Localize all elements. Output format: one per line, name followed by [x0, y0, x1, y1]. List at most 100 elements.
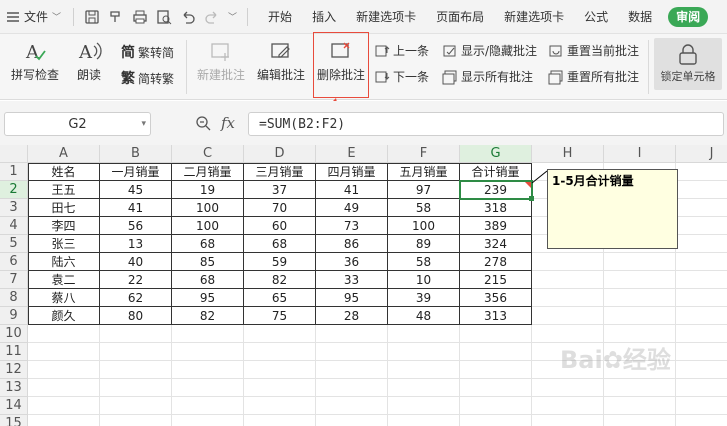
cell-c3[interactable]: 100	[172, 199, 244, 217]
print-preview-icon[interactable]	[156, 9, 172, 25]
formula-input[interactable]: =SUM(B2:F2)	[248, 112, 724, 136]
name-box[interactable]: G2 ▾	[4, 112, 151, 136]
cell-g14[interactable]	[460, 397, 532, 415]
lock-cell-button[interactable]: 锁定单元格	[654, 38, 722, 90]
tab-insert[interactable]: 插入	[302, 0, 346, 34]
cell-a5[interactable]: 张三	[28, 235, 100, 253]
cell-d2[interactable]: 37	[244, 181, 316, 199]
cell-d6[interactable]: 59	[244, 253, 316, 271]
row-header-4[interactable]: 4	[0, 217, 28, 235]
cell-j14[interactable]	[676, 397, 727, 415]
reset-all-comments-button[interactable]: 重置所有批注	[548, 68, 639, 85]
cell-g11[interactable]	[460, 343, 532, 361]
row-header-3[interactable]: 3	[0, 199, 28, 217]
cell-g9[interactable]: 313	[460, 307, 532, 325]
next-comment-button[interactable]: 下一条	[374, 68, 429, 85]
cell-e4[interactable]: 73	[316, 217, 388, 235]
cell-j1[interactable]	[676, 163, 727, 181]
cell-i14[interactable]	[604, 397, 676, 415]
cell-g12[interactable]	[460, 361, 532, 379]
cell-f11[interactable]	[388, 343, 460, 361]
cell-e10[interactable]	[316, 325, 388, 343]
trad-to-simp-button[interactable]: 简 繁转简	[121, 42, 174, 62]
column-header-i[interactable]: I	[604, 145, 676, 163]
cell-c12[interactable]	[172, 361, 244, 379]
column-header-b[interactable]: B	[100, 145, 172, 163]
cell-f3[interactable]: 58	[388, 199, 460, 217]
edit-comment-button[interactable]: 编辑批注	[254, 38, 308, 83]
prev-comment-button[interactable]: 上一条	[374, 42, 429, 59]
cell-c10[interactable]	[172, 325, 244, 343]
cell-b5[interactable]: 13	[100, 235, 172, 253]
cell-d5[interactable]: 68	[244, 235, 316, 253]
cell-a3[interactable]: 田七	[28, 199, 100, 217]
cell-c9[interactable]: 82	[172, 307, 244, 325]
cell-j3[interactable]	[676, 199, 727, 217]
cell-j2[interactable]	[676, 181, 727, 199]
cell-e13[interactable]	[316, 379, 388, 397]
column-header-a[interactable]: A	[28, 145, 100, 163]
cell-c13[interactable]	[172, 379, 244, 397]
cell-c1[interactable]: 二月销量	[172, 163, 244, 181]
chevron-down-icon[interactable]: ▾	[141, 119, 146, 129]
cell-d12[interactable]	[244, 361, 316, 379]
tab-formulas[interactable]: 公式	[574, 0, 618, 34]
tab-new-2[interactable]: 新建选项卡	[494, 0, 574, 34]
cell-e8[interactable]: 95	[316, 289, 388, 307]
cell-e7[interactable]: 33	[316, 271, 388, 289]
redo-icon[interactable]	[204, 9, 220, 25]
cell-j13[interactable]	[676, 379, 727, 397]
cell-c2[interactable]: 19	[172, 181, 244, 199]
cell-j12[interactable]	[676, 361, 727, 379]
cell-h9[interactable]	[532, 307, 604, 325]
row-header-13[interactable]: 13	[0, 379, 28, 397]
cell-b3[interactable]: 41	[100, 199, 172, 217]
cell-f1[interactable]: 五月销量	[388, 163, 460, 181]
cell-d11[interactable]	[244, 343, 316, 361]
format-painter-icon[interactable]	[108, 9, 124, 25]
cell-f6[interactable]: 58	[388, 253, 460, 271]
cell-g10[interactable]	[460, 325, 532, 343]
cell-j15[interactable]	[676, 415, 727, 426]
new-comment-button[interactable]: 新建批注	[194, 38, 248, 83]
cell-b7[interactable]: 22	[100, 271, 172, 289]
file-menu[interactable]: 文件 ﹀	[0, 0, 69, 34]
cell-h15[interactable]	[532, 415, 604, 426]
cell-j10[interactable]	[676, 325, 727, 343]
cell-b8[interactable]: 62	[100, 289, 172, 307]
column-header-j[interactable]: J	[676, 145, 727, 163]
column-header-f[interactable]: F	[388, 145, 460, 163]
column-header-d[interactable]: D	[244, 145, 316, 163]
cell-b12[interactable]	[100, 361, 172, 379]
cell-e9[interactable]: 28	[316, 307, 388, 325]
cell-f13[interactable]	[388, 379, 460, 397]
cell-j4[interactable]	[676, 217, 727, 235]
tab-page-layout[interactable]: 页面布局	[426, 0, 494, 34]
row-header-6[interactable]: 6	[0, 253, 28, 271]
cell-d7[interactable]: 82	[244, 271, 316, 289]
row-header-12[interactable]: 12	[0, 361, 28, 379]
cell-d8[interactable]: 65	[244, 289, 316, 307]
cell-d3[interactable]: 70	[244, 199, 316, 217]
save-icon[interactable]	[84, 9, 100, 25]
cell-e15[interactable]	[316, 415, 388, 426]
cell-j9[interactable]	[676, 307, 727, 325]
cell-g13[interactable]	[460, 379, 532, 397]
cell-c11[interactable]	[172, 343, 244, 361]
cell-j7[interactable]	[676, 271, 727, 289]
function-icon[interactable]: fx	[221, 114, 235, 132]
cell-d10[interactable]	[244, 325, 316, 343]
reset-current-comment-button[interactable]: 重置当前批注	[548, 42, 639, 59]
tab-home[interactable]: 开始	[258, 0, 302, 34]
row-header-2[interactable]: 2	[0, 181, 28, 199]
cell-a7[interactable]: 袁二	[28, 271, 100, 289]
cell-d1[interactable]: 三月销量	[244, 163, 316, 181]
cell-comment-box[interactable]: 1-5月合计销量	[547, 169, 678, 249]
cell-f4[interactable]: 100	[388, 217, 460, 235]
show-all-comments-button[interactable]: 显示所有批注	[442, 68, 533, 85]
row-header-11[interactable]: 11	[0, 343, 28, 361]
cell-b15[interactable]	[100, 415, 172, 426]
simp-to-trad-button[interactable]: 繁 简转繁	[121, 68, 174, 88]
cell-f2[interactable]: 97	[388, 181, 460, 199]
cell-a6[interactable]: 陆六	[28, 253, 100, 271]
